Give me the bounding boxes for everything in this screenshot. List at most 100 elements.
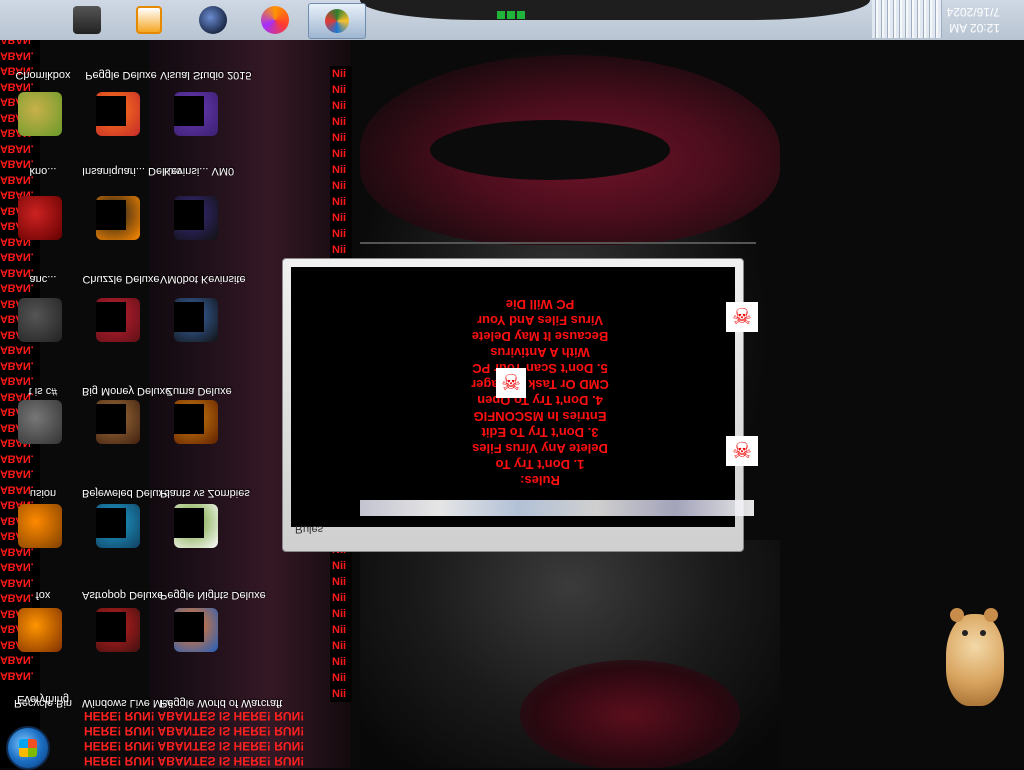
rules-dialog-title: Rules <box>295 523 324 535</box>
dark-orb-icon <box>199 6 227 34</box>
nii-label: Nii <box>330 606 352 622</box>
censor-block <box>174 404 204 434</box>
desktop-icon[interactable]: Peggle Nights Deluxe <box>160 586 266 601</box>
desktop-icon-label: Chomikbox <box>15 69 71 81</box>
firefox-icon <box>261 6 289 34</box>
desktop-icon[interactable]: Kevinsi... VM0 <box>160 162 238 177</box>
desktop-icon[interactable]: Everything <box>4 690 82 705</box>
nii-label: Nii <box>330 574 352 590</box>
app-icon[interactable] <box>18 92 62 136</box>
taskbar-active-program-button[interactable] <box>308 3 366 39</box>
hamster-eye-right <box>980 630 986 636</box>
virus-text-line: ABAN. <box>0 560 34 573</box>
hamster-body <box>946 614 1004 706</box>
app-icon[interactable] <box>18 400 62 444</box>
taskbar-orb-button[interactable] <box>190 3 236 37</box>
start-button[interactable] <box>6 726 50 770</box>
printer-icon <box>73 6 101 34</box>
nii-label: Nii <box>330 98 352 114</box>
program-icon <box>325 9 349 33</box>
virus-text-line: ABAN. <box>0 343 34 356</box>
censor-block <box>96 200 126 230</box>
nii-label: Nii <box>330 194 352 210</box>
desktop-icon[interactable]: Zuma Deluxe <box>160 382 238 397</box>
censor-block <box>96 404 126 434</box>
virus-bottom-line: HERE! RUN! ABANTES IS HERE! RUN! <box>84 739 305 753</box>
nii-label: Nii <box>330 226 352 242</box>
virus-bottom-line: HERE! RUN! ABANTES IS HERE! RUN! <box>84 709 305 723</box>
media-player-icon <box>136 6 162 34</box>
censor-block <box>174 508 204 538</box>
hamster-eye-left <box>962 630 968 636</box>
desktop-icon-label: Bejeweled Deluxe <box>82 487 171 499</box>
desktop-icon-label: Everything <box>17 693 69 705</box>
desktop-icon[interactable]: Insaniquari... Deluxe <box>82 162 182 177</box>
desktop-icon-label: Big Money Deluxe <box>82 385 172 397</box>
wallpaper-mouth <box>430 120 670 180</box>
skull-icon: ☠ <box>726 436 758 466</box>
desktop-icon[interactable]: kno... <box>4 162 82 177</box>
nii-label: Nii <box>330 638 352 654</box>
censor-block <box>96 508 126 538</box>
app-icon[interactable] <box>18 504 62 548</box>
nii-label: Nii <box>330 622 352 638</box>
nii-label: Nii <box>330 654 352 670</box>
taskbar-clock[interactable]: 12:02 AM 7/16/2024 <box>930 4 1000 36</box>
nii-label: Nii <box>330 670 352 686</box>
censor-block <box>174 96 204 126</box>
rule-line: 3. Don't Try To Edit <box>481 425 599 440</box>
app-icon[interactable] <box>18 196 62 240</box>
taskbar-firefox-button[interactable] <box>252 3 298 37</box>
desktop-icon[interactable]: Astropop Deluxe <box>82 586 163 601</box>
rule-line: PC Will Die <box>505 297 575 312</box>
desktop-icon[interactable]: Peggle Deluxe <box>82 66 160 81</box>
virus-text-line: ABAN. <box>0 669 34 681</box>
desktop-icon[interactable]: t is c# <box>4 382 82 397</box>
virus-text-line: ABAN. <box>0 142 34 154</box>
dialog-glitch-strip <box>360 500 754 516</box>
desktop-icon[interactable]: anc... <box>4 270 82 285</box>
hamster-mascot[interactable] <box>940 604 1010 708</box>
desktop-icon-label: VM0bot Kevinsite <box>160 273 246 285</box>
desktop-icon[interactable]: Visual Studio 2015 <box>160 66 252 81</box>
desktop-icon-label: t is c# <box>28 385 58 397</box>
desktop-icon[interactable]: Bejeweled Deluxe <box>82 484 171 499</box>
hamster-ear-left <box>950 608 964 622</box>
desktop-icon[interactable]: usion <box>4 484 82 499</box>
clock-time: 12:02 AM <box>949 21 1000 35</box>
virus-text-line: ABAN. <box>0 467 34 480</box>
rule-line: CMD Or Task Manager <box>471 377 609 392</box>
desktop-icon[interactable]: Windows Live Mail <box>82 694 173 709</box>
virus-text-line: ABAN. <box>0 452 34 464</box>
desktop-icon-label: Kevinsi... VM0 <box>163 165 235 177</box>
desktop-icon-label: Peggle Deluxe <box>85 69 157 81</box>
desktop-icon[interactable]: Peggle World of Warcraft <box>160 694 282 709</box>
desktop-icon[interactable]: VM0bot Kevinsite <box>160 270 246 285</box>
virus-bottom-line: HERE! RUN! ABANTES IS HERE! RUN! <box>84 754 305 768</box>
desktop-icon[interactable]: Plants vs Zombies <box>160 484 250 499</box>
nii-label: Nii <box>330 66 352 82</box>
desktop-icon-label: Zuma Deluxe <box>166 385 232 397</box>
virus-text-line: ABAN. <box>0 359 34 371</box>
desktop-icon[interactable]: fox <box>4 586 82 601</box>
desktop-icon-label: Chuzzle Deluxe <box>82 273 160 285</box>
desktop-icon[interactable]: Big Money Deluxe <box>82 382 172 397</box>
taskbar-overlay <box>360 0 870 20</box>
taskbar: 12:02 AM 7/16/2024 <box>0 0 1024 40</box>
virus-text-line: ABAN. <box>0 653 34 666</box>
desktop-icon-label: Plants vs Zombies <box>160 487 250 499</box>
desktop-icon[interactable]: Chomikbox <box>4 66 82 81</box>
taskbar-printer-button[interactable] <box>64 3 110 37</box>
rule-line: Virus Files And Your <box>477 313 603 328</box>
desktop-icon-label: usion <box>29 487 57 499</box>
windows-logo-icon <box>19 739 37 757</box>
censor-block <box>96 302 126 332</box>
app-icon[interactable] <box>18 298 62 342</box>
nii-label: Nii <box>330 210 352 226</box>
desktop-icon-label: fox <box>35 589 51 601</box>
status-indicator-icon <box>497 6 527 19</box>
desktop-icon[interactable]: Chuzzle Deluxe <box>82 270 160 285</box>
nii-label: Nii <box>330 114 352 130</box>
app-icon[interactable] <box>18 608 62 652</box>
taskbar-media-player-button[interactable] <box>126 3 172 37</box>
